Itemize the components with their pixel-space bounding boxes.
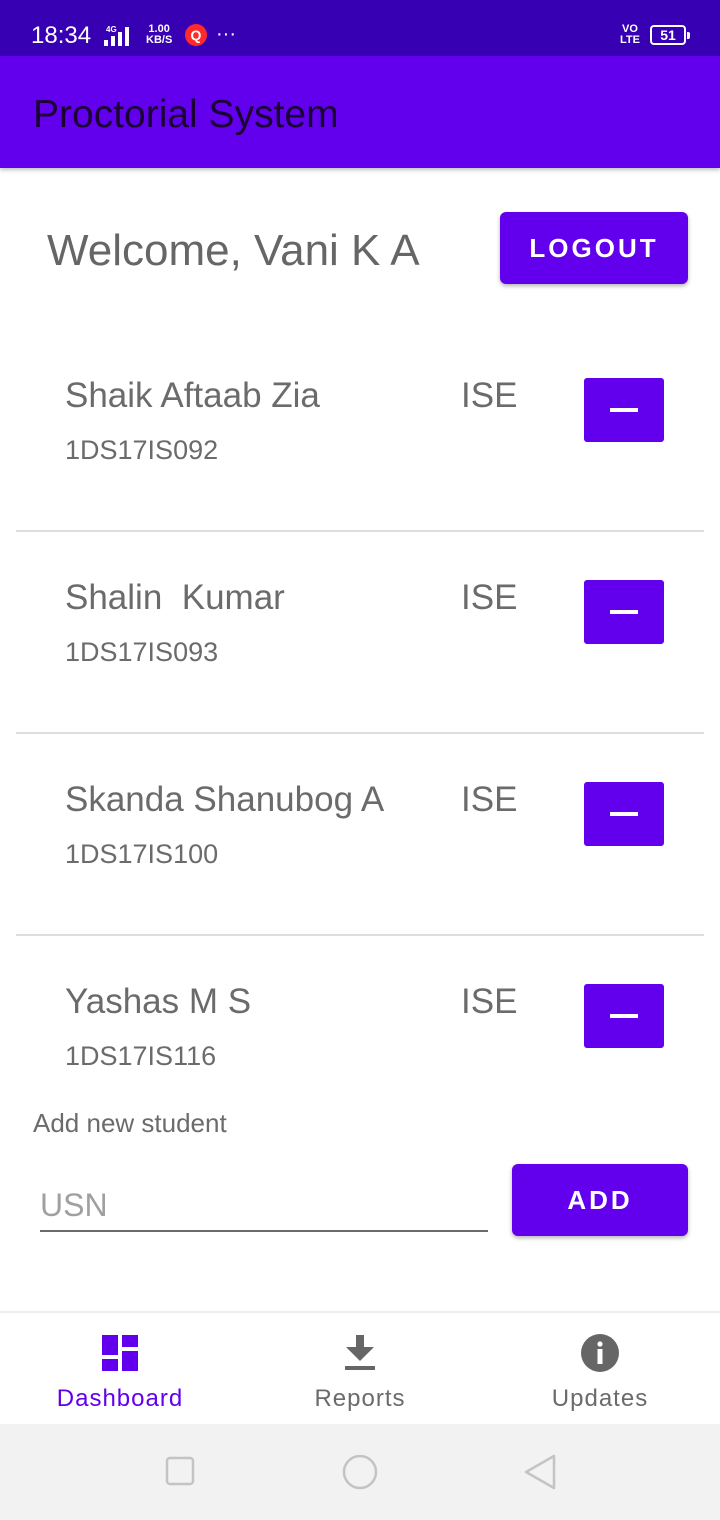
add-button[interactable]: ADD bbox=[512, 1164, 688, 1236]
student-dept: ISE bbox=[461, 982, 518, 1021]
home-icon[interactable] bbox=[340, 1454, 380, 1494]
remove-student-button[interactable] bbox=[584, 984, 664, 1048]
add-student-label: Add new student bbox=[33, 1108, 227, 1138]
svg-text:4G: 4G bbox=[106, 25, 117, 34]
student-dept: ISE bbox=[461, 376, 518, 415]
welcome-text: Welcome, Vani K A bbox=[47, 226, 420, 275]
nav-dashboard[interactable]: Dashboard bbox=[0, 1313, 240, 1425]
nav-updates[interactable]: Updates bbox=[480, 1313, 720, 1425]
nav-label: Dashboard bbox=[56, 1385, 184, 1412]
status-bar: 18:34 4G 1.00 KB/S Q ··· VO LTE 51 bbox=[0, 0, 720, 56]
student-name: Shalin Kumar bbox=[65, 578, 285, 617]
network-speed: 1.00 KB/S bbox=[146, 23, 173, 46]
student-row: Shalin Kumar 1DS17IS093 ISE bbox=[0, 532, 720, 734]
battery-icon: 51 bbox=[650, 25, 690, 45]
student-usn: 1DS17IS092 bbox=[65, 435, 219, 465]
remove-student-button[interactable] bbox=[584, 378, 664, 442]
nav-label: Updates bbox=[551, 1385, 649, 1412]
student-name: Skanda Shanubog A bbox=[65, 780, 385, 819]
student-dept: ISE bbox=[461, 578, 518, 617]
nav-reports[interactable]: Reports bbox=[240, 1313, 480, 1425]
logout-button[interactable]: LOGOUT bbox=[500, 212, 688, 284]
student-usn: 1DS17IS116 bbox=[65, 1041, 217, 1071]
remove-student-button[interactable] bbox=[584, 782, 664, 846]
usn-input[interactable] bbox=[40, 1180, 488, 1232]
signal-icon: 4G bbox=[104, 25, 129, 46]
more-notifications-icon: ··· bbox=[216, 23, 236, 45]
download-icon bbox=[345, 1335, 375, 1370]
student-row: Shaik Aftaab Zia 1DS17IS092 ISE bbox=[0, 330, 720, 532]
status-time: 18:34 bbox=[31, 22, 92, 49]
student-name: Shaik Aftaab Zia bbox=[65, 376, 320, 415]
student-list: Shaik Aftaab Zia 1DS17IS092 ISE Shalin K… bbox=[0, 330, 720, 1138]
app-bar: Proctorial System bbox=[0, 56, 720, 168]
dashboard-icon bbox=[102, 1335, 138, 1371]
nav-label: Reports bbox=[314, 1385, 406, 1412]
system-navigation-bar bbox=[0, 1424, 720, 1520]
student-row: Skanda Shanubog A 1DS17IS100 ISE bbox=[0, 734, 720, 936]
student-dept: ISE bbox=[461, 780, 518, 819]
remove-student-button[interactable] bbox=[584, 580, 664, 644]
app-title: Proctorial System bbox=[33, 93, 339, 136]
app-notification-icon: Q bbox=[185, 24, 207, 46]
student-name: Yashas M S bbox=[65, 982, 252, 1021]
back-icon[interactable] bbox=[522, 1454, 558, 1492]
student-usn: 1DS17IS100 bbox=[65, 839, 219, 869]
student-usn: 1DS17IS093 bbox=[65, 637, 219, 667]
volte-icon: VO LTE bbox=[620, 23, 640, 46]
recents-icon[interactable] bbox=[164, 1454, 196, 1488]
info-icon bbox=[581, 1334, 619, 1372]
bottom-navigation: Dashboard Reports Updates bbox=[0, 1311, 720, 1425]
